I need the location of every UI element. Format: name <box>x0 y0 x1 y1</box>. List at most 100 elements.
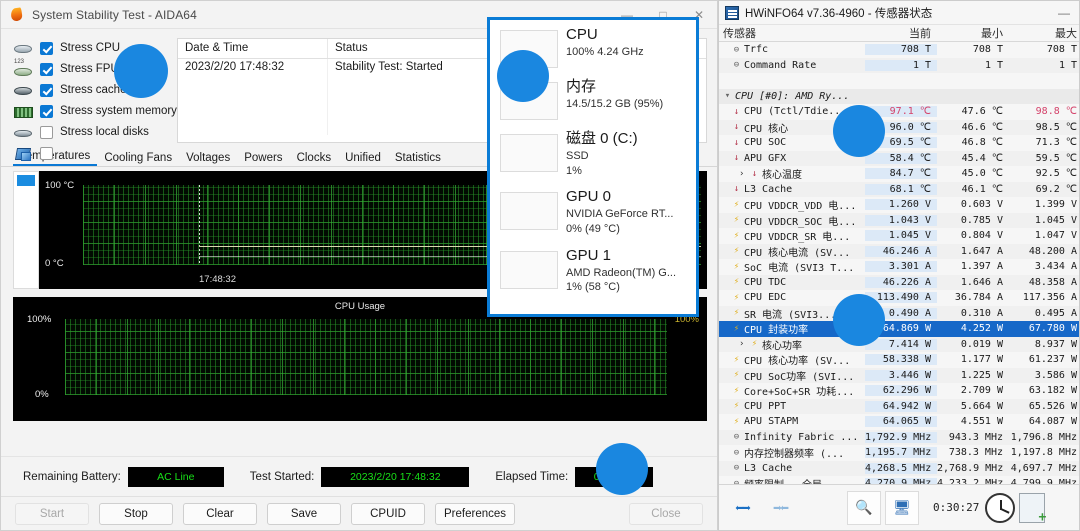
sensor-row[interactable]: ↓ CPU 核心 96.0 ℃ 46.6 ℃ 98.5 ℃ <box>719 119 1079 135</box>
chevron-right-icon[interactable]: › <box>739 339 748 349</box>
sensor-row[interactable]: ⚡ CPU VDDCR_VDD 电... 1.260 V 0.603 V 1.399 V <box>719 197 1079 213</box>
save-button[interactable]: Save <box>267 502 341 525</box>
nav-back-icon[interactable]: ➡⬅ <box>763 491 797 525</box>
sensor-row[interactable]: ⚡ CPU VDDCR_SR 电... 1.045 V 0.804 V 1.047 V <box>719 228 1079 244</box>
sensor-row[interactable]: ⚡ CPU TDC 46.226 A 1.646 A 48.358 A <box>719 274 1079 290</box>
sensor-maximum-value: 1,796.8 MHz <box>1009 431 1079 443</box>
temp-axis-min-label: 0 °C <box>45 258 64 269</box>
tab-voltages[interactable]: Voltages <box>179 152 237 166</box>
overlay-item-gpu1[interactable]: GPU 1 AMD Radeon(TM) G... 1% (58 °C) <box>490 241 696 299</box>
stop-button[interactable]: Stop <box>99 502 173 525</box>
clock-icon: ⊖ <box>733 432 740 443</box>
sensor-minimum-value: 5.664 W <box>937 400 1009 412</box>
sensor-name-cell: ⊖ Trfc <box>719 44 865 55</box>
sensor-row[interactable]: ⚡ CPU EDC 113.490 A 36.784 A 117.356 A <box>719 290 1079 306</box>
overlay-item-disk[interactable]: 磁盘 0 (C:) SSD 1% <box>490 124 696 182</box>
overlay-item-gpu0[interactable]: GPU 0 NVIDIA GeForce RT... 0% (49 °C) <box>490 182 696 240</box>
stress-gpu-checkbox[interactable] <box>40 146 53 160</box>
sensor-row[interactable]: ⚡ SoC 电流 (SVI3 T... 3.301 A 1.397 A 3.434 A <box>719 259 1079 275</box>
log-file-icon[interactable] <box>1019 492 1046 525</box>
sensor-row[interactable]: › ↓ 核心温度 84.7 ℃ 45.0 ℃ 92.5 ℃ <box>719 166 1079 182</box>
sensor-name-label: Trfc <box>744 44 769 56</box>
hwinfo64-window-title: HWiNFO64 v7.36-4960 - 传感器状态 <box>745 7 933 20</box>
column-header-current[interactable]: 当前 <box>865 25 937 41</box>
sensor-name-label: CPU VDDCR_SOC 电... <box>744 216 857 228</box>
volt-icon: ⚡ <box>751 339 758 350</box>
stress-memory-checkbox[interactable] <box>40 104 53 118</box>
stress-cpu-checkbox[interactable] <box>40 41 53 55</box>
tab-cooling-fans[interactable]: Cooling Fans <box>97 152 179 166</box>
stress-disks-checkbox[interactable] <box>40 125 53 139</box>
sensor-row[interactable]: ⚡ CPU 核心电流 (SV... 46.246 A 1.647 A 48.200 A <box>719 243 1079 259</box>
close-button[interactable]: Close <box>629 502 703 525</box>
clock-icon: ⊖ <box>733 44 740 55</box>
sensor-list-selected-item[interactable] <box>17 175 35 186</box>
sensor-row[interactable]: ⚡ Core+SoC+SR 功耗... 62.296 W 2.709 W 63.182 … <box>719 383 1079 399</box>
minimize-icon[interactable]: — <box>1049 6 1079 20</box>
sensor-row[interactable]: ↓ CPU (Tctl/Tdie... 97.1 ℃ 47.6 ℃ 98.8 ℃ <box>719 104 1079 120</box>
cpuid-button[interactable]: CPUID <box>351 502 425 525</box>
sensor-row[interactable]: ⚡ CPU SoC功率 (SVI... 3.446 W 1.225 W 3.586 W <box>719 367 1079 383</box>
sensor-row[interactable]: ⚡ CPU 封装功率 64.869 W 4.252 W 67.780 W <box>719 321 1079 337</box>
sensor-row[interactable]: ⊖ L3 Cache 4,268.5 MHz 2,768.9 MHz 4,697.7 M… <box>719 460 1079 476</box>
sensor-row[interactable]: ▾ CPU [#0]: AMD Ry... <box>719 88 1079 104</box>
tab-clocks[interactable]: Clocks <box>290 152 339 166</box>
sensor-row[interactable]: ↓ L3 Cache 68.1 ℃ 46.1 ℃ 69.2 ℃ <box>719 181 1079 197</box>
stress-option-label: Stress local disks <box>60 126 149 138</box>
hwinfo64-sensor-list[interactable]: ⊖ Trfc 708 T 708 T 708 T ⊖ Command Rate 1 T1 T1… <box>719 42 1079 484</box>
sensor-name-label: Command Rate <box>744 59 817 71</box>
remote-monitor-icon[interactable]: 🖥 <box>885 490 919 525</box>
sensor-current-value: 7.414 W <box>865 338 937 350</box>
sensor-row[interactable]: ↓ APU GFX 58.4 ℃ 45.4 ℃ 59.5 ℃ <box>719 150 1079 166</box>
temp-icon: ↓ <box>733 106 740 117</box>
sensor-row[interactable]: ⊖ Infinity Fabric ... 1,792.9 MHz 943.3 MHz… <box>719 429 1079 445</box>
stress-option-label: Stress cache <box>60 84 127 96</box>
sensor-name-label: CPU PPT <box>744 400 787 412</box>
annotation-circle <box>833 294 885 346</box>
sensor-row[interactable]: ⚡ CPU PPT 64.942 W 5.664 W 65.526 W <box>719 398 1079 414</box>
gpu1-graph-thumbnail <box>500 250 558 289</box>
volt-icon: ⚡ <box>733 416 740 427</box>
column-header-maximum[interactable]: 最大 <box>1009 25 1079 41</box>
sensor-current-value: 64.942 W <box>865 400 937 412</box>
sensor-row[interactable]: ⚡ APU STAPM 64.065 W 4.551 W 64.087 W <box>719 414 1079 430</box>
clock-icon[interactable] <box>985 492 1016 523</box>
sensor-row[interactable]: ⊖ Trfc 708 T 708 T 708 T <box>719 42 1079 58</box>
sensor-minimum-value: 0.804 V <box>960 230 1003 242</box>
chevron-right-icon[interactable]: › <box>739 169 748 179</box>
sensor-name-cell: ⚡ CPU VDDCR_SOC 电... <box>719 213 865 228</box>
stress-option-memory[interactable]: Stress system memory <box>13 101 177 121</box>
sensor-row[interactable]: ⚡ CPU VDDCR_SOC 电... 1.043 V 0.785 V 1.045 V <box>719 212 1079 228</box>
temperature-sensor-list[interactable] <box>13 171 39 289</box>
nav-forward-icon[interactable]: ⬅➡ <box>725 491 759 525</box>
sensor-maximum-value: 1 T <box>1009 59 1079 71</box>
tab-unified[interactable]: Unified <box>338 152 388 166</box>
sensor-row[interactable]: ↓ CPU SOC 69.5 ℃ 46.8 ℃ 71.3 ℃ <box>719 135 1079 151</box>
sensor-current-value: 3.446 W <box>865 369 937 381</box>
sensor-row[interactable]: ⚡ SR 电流 (SVI3... 0.490 A 0.310 A 0.495 A <box>719 305 1079 321</box>
sensor-name-label: CPU (Tctl/Tdie... <box>744 106 847 118</box>
sensor-minimum-value: 2.709 W <box>960 385 1003 397</box>
tab-statistics[interactable]: Statistics <box>388 152 448 166</box>
stress-cache-checkbox[interactable] <box>40 83 53 97</box>
sensor-row[interactable]: ⊖ 内存控制器频率 (... 1,195.7 MHz 738.3 MHz 1,197.8… <box>719 445 1079 461</box>
sensor-row[interactable]: ⊖ Command Rate 1 T1 T1 T <box>719 57 1079 73</box>
sensor-maximum-value: 1.399 V <box>1034 199 1077 211</box>
sensor-row[interactable]: › ⚡ 核心功率 7.414 W 0.019 W 8.937 W <box>719 336 1079 352</box>
sensor-minimum-value: 1.225 W <box>937 369 1009 381</box>
stress-fpu-checkbox[interactable] <box>40 62 53 76</box>
column-header-sensor[interactable]: 传感器 <box>719 25 865 41</box>
sensor-settings-icon[interactable]: 🔍 <box>847 490 881 525</box>
sensor-row[interactable]: ⚡ CPU 核心功率 (SV... 58.338 W 1.177 W 61.237 W <box>719 352 1079 368</box>
column-header-minimum[interactable]: 最小 <box>937 25 1009 41</box>
preferences-button[interactable]: Preferences <box>435 502 516 525</box>
gpu-icon <box>13 145 33 161</box>
start-button[interactable]: Start <box>15 502 89 525</box>
sensor-name-cell: ⚡ Core+SoC+SR 功耗... <box>719 383 865 399</box>
clock-icon: ⊖ <box>733 447 740 458</box>
stress-option-disks[interactable]: Stress local disks <box>13 122 163 142</box>
tab-powers[interactable]: Powers <box>237 152 289 166</box>
sensor-row[interactable]: ⊖频率限制 - 全局4,270.9 MHz4,233.2 MHz4,799.9 … <box>719 476 1079 484</box>
sensor-minimum-value: 46.6 ℃ <box>937 121 1009 133</box>
clear-button[interactable]: Clear <box>183 502 257 525</box>
